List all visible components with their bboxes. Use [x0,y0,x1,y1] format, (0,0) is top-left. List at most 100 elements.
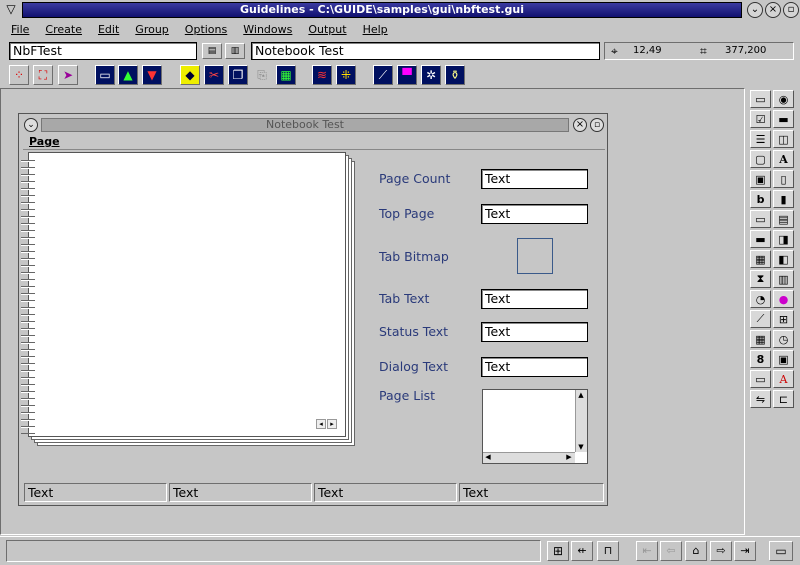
menu-help[interactable]: Help [355,21,396,40]
menubar: File Create Edit Group Options Windows O… [0,21,800,40]
status-text-input[interactable]: Text [481,322,588,342]
palette-text-icon[interactable]: A [773,150,794,168]
palette-dialog-icon[interactable]: ▣ [750,170,771,188]
tools-icon[interactable]: ⚱ [445,65,465,85]
last-icon[interactable]: ⇥ [734,541,756,561]
lock-icon[interactable]: ⊓ [597,541,619,561]
page-list-hscrollbar[interactable] [483,452,575,463]
first-icon[interactable]: ⇤ [636,541,658,561]
scroll-up-arrow-icon[interactable]: ▲ [575,390,587,400]
palette-combobox-icon[interactable]: ◫ [773,130,794,148]
notebook-test-window: ⌄ Notebook Test × ▫ Page ◂ ▸ Page Count … [18,113,608,506]
palette-grid-icon[interactable]: ⊞ [773,310,794,328]
palette-toggle-icon[interactable]: ⇋ [750,390,771,408]
menu-windows[interactable]: Windows [235,21,300,40]
menu-group[interactable]: Group [127,21,177,40]
palette-listbox-icon[interactable]: ☰ [750,130,771,148]
system-menu-icon[interactable]: ▽ [3,3,19,18]
nb-sysmenu-icon[interactable]: ⌄ [24,118,38,132]
palette-checkbox-icon[interactable]: ☑ [750,110,771,128]
page-prev-arrow-icon[interactable]: ◂ [316,419,326,429]
new-file-icon[interactable]: ▭ [95,65,115,85]
minimize-icon[interactable]: ⌄ [747,2,763,18]
nb-menu-divider [23,149,605,150]
copy-icon[interactable]: ❐ [228,65,248,85]
color-palette-icon[interactable]: ▀ [397,65,417,85]
draw-line-icon[interactable]: ⟋ [373,65,393,85]
palette-filmstrip-icon[interactable]: ▣ [773,350,794,368]
cut-icon[interactable]: ✂ [204,65,224,85]
close-icon[interactable]: × [765,2,781,18]
palette-timer-icon[interactable]: ◷ [773,330,794,348]
palette-notebook-icon[interactable]: ▦ [750,250,771,268]
palette-bitmap-icon[interactable]: b [750,190,771,208]
nb-menu-page[interactable]: Page [29,135,60,148]
nb-window-title: Notebook Test [41,118,569,132]
home-icon[interactable]: ⌂ [685,541,707,561]
dialog-text-input[interactable]: Text [481,357,588,377]
scroll-left-arrow-icon[interactable]: ◀ [483,452,493,463]
object-title-field[interactable]: Notebook Test [251,42,600,60]
grid-icon[interactable]: ⊞ [547,541,569,561]
status-cell-1: Text [24,483,167,502]
monitor-icon[interactable]: ▭ [769,541,793,561]
distribute-icon[interactable]: ⁜ [336,65,356,85]
maximize-icon[interactable]: ▫ [783,2,799,18]
object-props-button[interactable]: ▤ [202,43,222,59]
select-group-icon[interactable]: ⁘ [9,65,29,85]
palette-page-icon[interactable]: ▯ [773,170,794,188]
object-name-field[interactable]: NbFTest [9,42,197,60]
palette-ruler-icon[interactable]: ▤ [773,210,794,228]
palette-chart-icon[interactable]: ⟋ [750,310,771,328]
palette-button-icon[interactable]: ▬ [773,110,794,128]
tab-text-input[interactable]: Text [481,289,588,309]
menu-create[interactable]: Create [37,21,90,40]
nb-maximize-icon[interactable]: ▫ [590,118,604,132]
select-resize-icon[interactable]: ⛶ [33,65,53,85]
settings-gear-icon[interactable]: ✲ [421,65,441,85]
palette-plug-icon[interactable]: ⊏ [773,390,794,408]
test-icon[interactable]: ◆ [180,65,200,85]
tab-bitmap-box[interactable] [517,238,553,274]
next-icon[interactable]: ⇨ [710,541,732,561]
palette-gauge-icon[interactable]: ◔ [750,290,771,308]
palette-hscroll-icon[interactable]: ▭ [750,210,771,228]
palette-calendar-icon[interactable]: ▦ [750,330,771,348]
palette-frame-icon[interactable]: ▭ [750,90,771,108]
scroll-right-arrow-icon[interactable]: ▶ [564,452,574,463]
menu-edit[interactable]: Edit [90,21,127,40]
label-tab-text: Tab Text [379,291,430,306]
palette-colorwheel-icon[interactable]: ● [773,290,794,308]
palette-window-icon[interactable]: ▢ [750,150,771,168]
delete-icon[interactable]: ▦ [276,65,296,85]
nb-close-icon[interactable]: × [573,118,587,132]
snap-icon[interactable]: ⇷ [571,541,593,561]
app-titlebar: ▽ Guidelines - C:\GUIDE\samples\gui\nbft… [0,0,800,21]
align-icon[interactable]: ≋ [312,65,332,85]
palette-slider-icon[interactable]: ▬ [750,230,771,248]
menu-output[interactable]: Output [300,21,354,40]
page-next-arrow-icon[interactable]: ▸ [327,419,337,429]
scroll-down-arrow-icon[interactable]: ▼ [575,442,587,452]
palette-entry-icon[interactable]: ▭ [750,370,771,388]
top-page-input[interactable]: Text [481,204,588,224]
palette-radio-icon[interactable]: ◉ [773,90,794,108]
open-file-icon[interactable]: ▲ [118,65,138,85]
palette-hourglass-icon[interactable]: ⧗ [750,270,771,288]
palette-vscroll-icon[interactable]: ▮ [773,190,794,208]
palette-digits-icon[interactable]: 8 [750,350,771,368]
page-count-input[interactable]: Text [481,169,588,189]
object-code-button[interactable]: ▥ [225,43,245,59]
status-cell-4: Text [459,483,604,502]
palette-split-icon[interactable]: ◧ [773,250,794,268]
palette-font-icon[interactable]: A [773,370,794,388]
save-file-icon[interactable]: ▼ [142,65,162,85]
notebook-page[interactable] [28,152,346,437]
palette-spin-icon[interactable]: ◨ [773,230,794,248]
prev-icon[interactable]: ⇦ [660,541,682,561]
menu-file[interactable]: File [3,21,37,40]
paste-icon: ⎘ [257,67,267,82]
pointer-icon[interactable]: ➤ [58,65,78,85]
menu-options[interactable]: Options [177,21,235,40]
palette-container-icon[interactable]: ▥ [773,270,794,288]
